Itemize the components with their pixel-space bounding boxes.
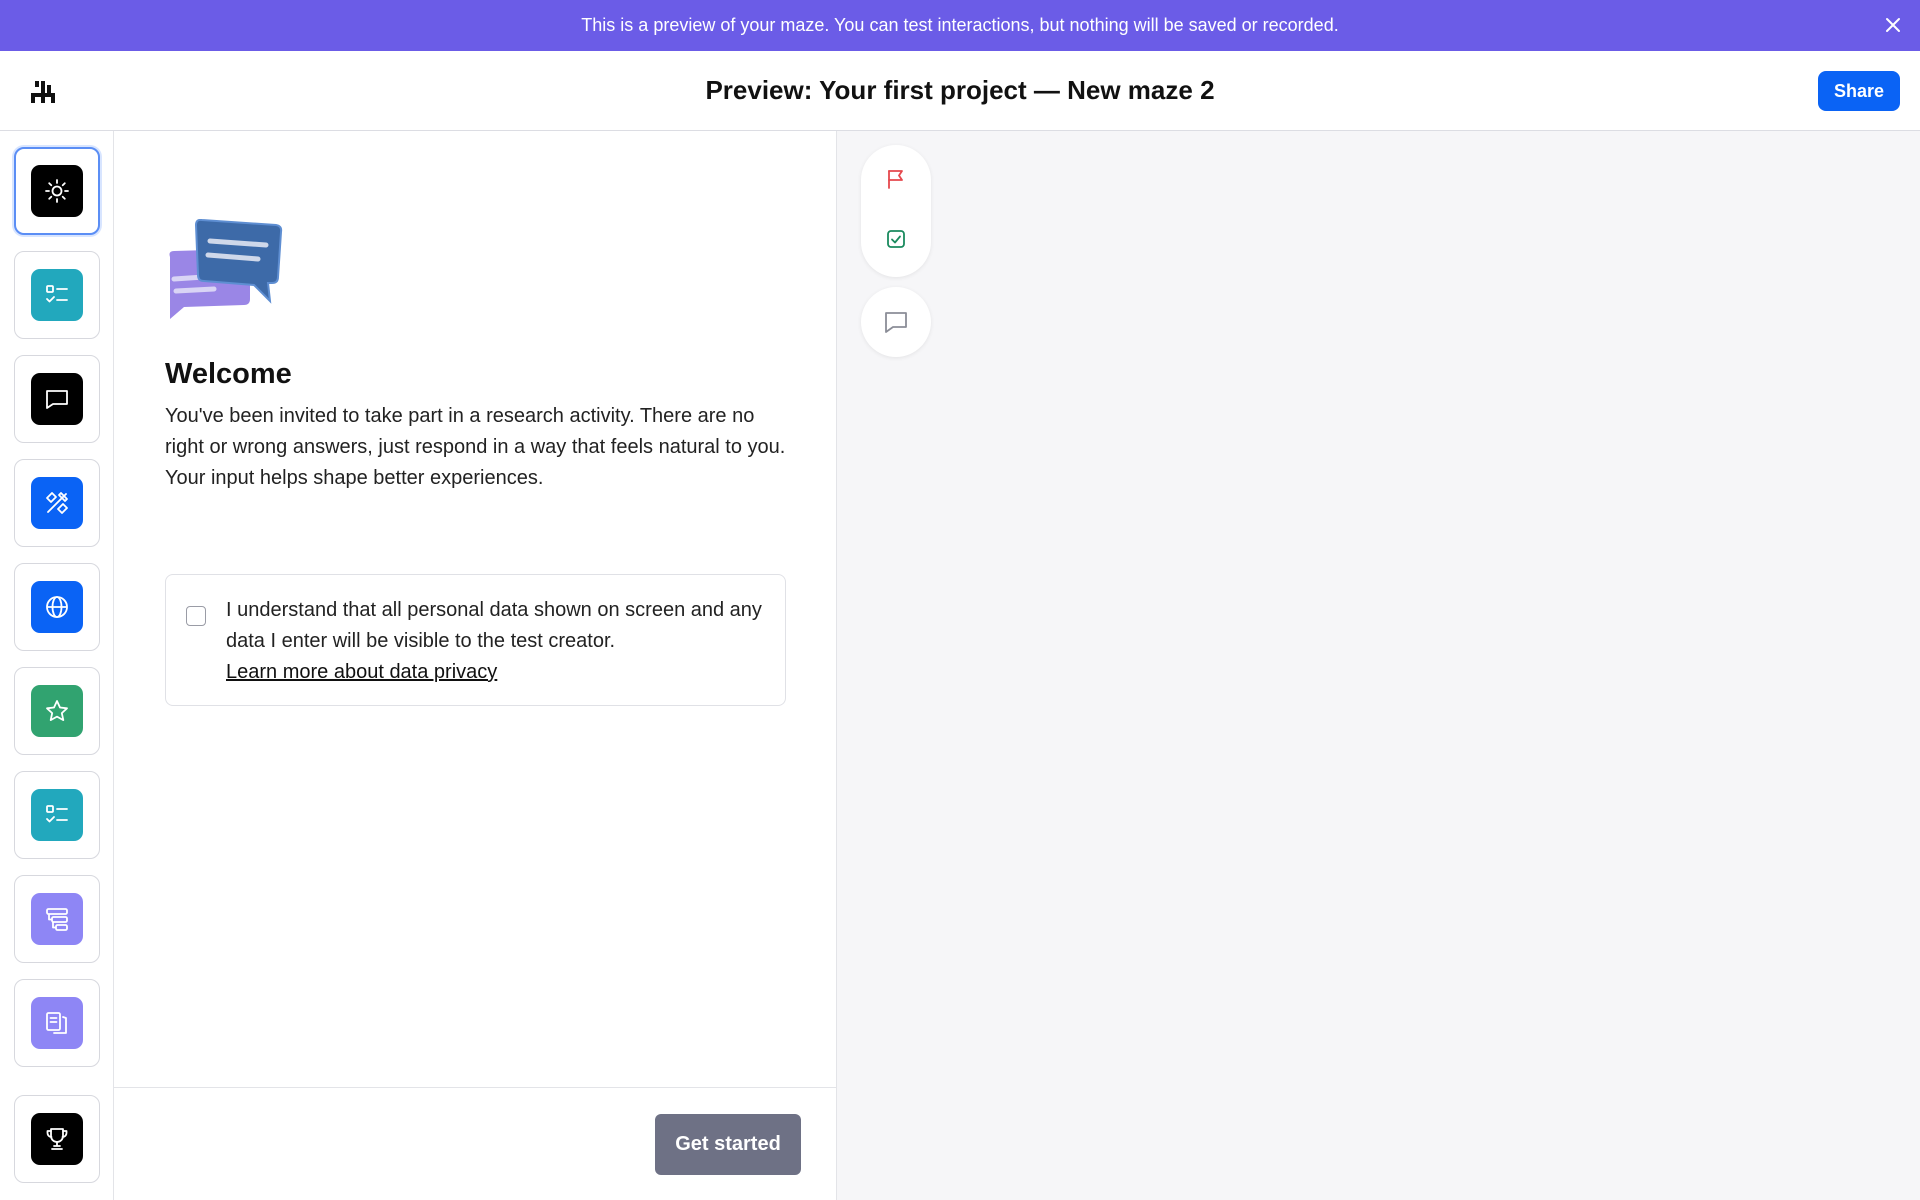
consent-text-block: I understand that all personal data show… bbox=[226, 595, 771, 688]
consent-box: I understand that all personal data show… bbox=[165, 574, 786, 706]
step-welcome[interactable] bbox=[14, 147, 100, 235]
step-design-test[interactable] bbox=[14, 459, 100, 547]
star-icon bbox=[31, 685, 83, 737]
chat-bubbles-illustration bbox=[164, 218, 288, 331]
close-icon[interactable] bbox=[1880, 12, 1906, 38]
welcome-panel: Welcome You've been invited to take part… bbox=[114, 131, 837, 1200]
step-card-sort[interactable] bbox=[14, 979, 100, 1067]
checklist-icon bbox=[31, 789, 83, 841]
message-icon bbox=[31, 373, 83, 425]
step-message[interactable] bbox=[14, 355, 100, 443]
tool-pill bbox=[861, 145, 931, 277]
check-square-icon[interactable] bbox=[882, 225, 910, 253]
welcome-description: You've been invited to take part in a re… bbox=[165, 405, 786, 489]
privacy-link[interactable]: Learn more about data privacy bbox=[226, 657, 497, 688]
step-thank-you[interactable] bbox=[14, 1095, 100, 1183]
preview-banner: This is a preview of your maze. You can … bbox=[0, 0, 1920, 51]
step-rating[interactable] bbox=[14, 667, 100, 755]
maze-logo-icon[interactable] bbox=[30, 79, 56, 105]
checklist-icon bbox=[31, 269, 83, 321]
steps-sidebar bbox=[0, 131, 114, 1200]
trophy-icon bbox=[31, 1113, 83, 1165]
step-checklist[interactable] bbox=[14, 251, 100, 339]
globe-icon bbox=[31, 581, 83, 633]
banner-message: This is a preview of your maze. You can … bbox=[581, 15, 1339, 35]
preview-area bbox=[837, 131, 1920, 1200]
consent-text: I understand that all personal data show… bbox=[226, 599, 762, 652]
comment-icon[interactable] bbox=[861, 287, 931, 357]
step-checklist-2[interactable] bbox=[14, 771, 100, 859]
tree-icon bbox=[31, 893, 83, 945]
page-title: Preview: Your first project — New maze 2 bbox=[705, 75, 1215, 105]
get-started-button[interactable]: Get started bbox=[655, 1114, 801, 1175]
share-button[interactable]: Share bbox=[1818, 71, 1900, 111]
welcome-title: Welcome bbox=[165, 358, 292, 390]
top-header: Preview: Your first project — New maze 2… bbox=[0, 51, 1920, 131]
sun-icon bbox=[31, 165, 83, 217]
step-tree-test[interactable] bbox=[14, 875, 100, 963]
cards-icon bbox=[31, 997, 83, 1049]
consent-checkbox[interactable] bbox=[186, 606, 206, 626]
footer-divider bbox=[114, 1087, 837, 1088]
flag-icon[interactable] bbox=[882, 165, 910, 193]
step-website-test[interactable] bbox=[14, 563, 100, 651]
pencil-ruler-icon bbox=[31, 477, 83, 529]
